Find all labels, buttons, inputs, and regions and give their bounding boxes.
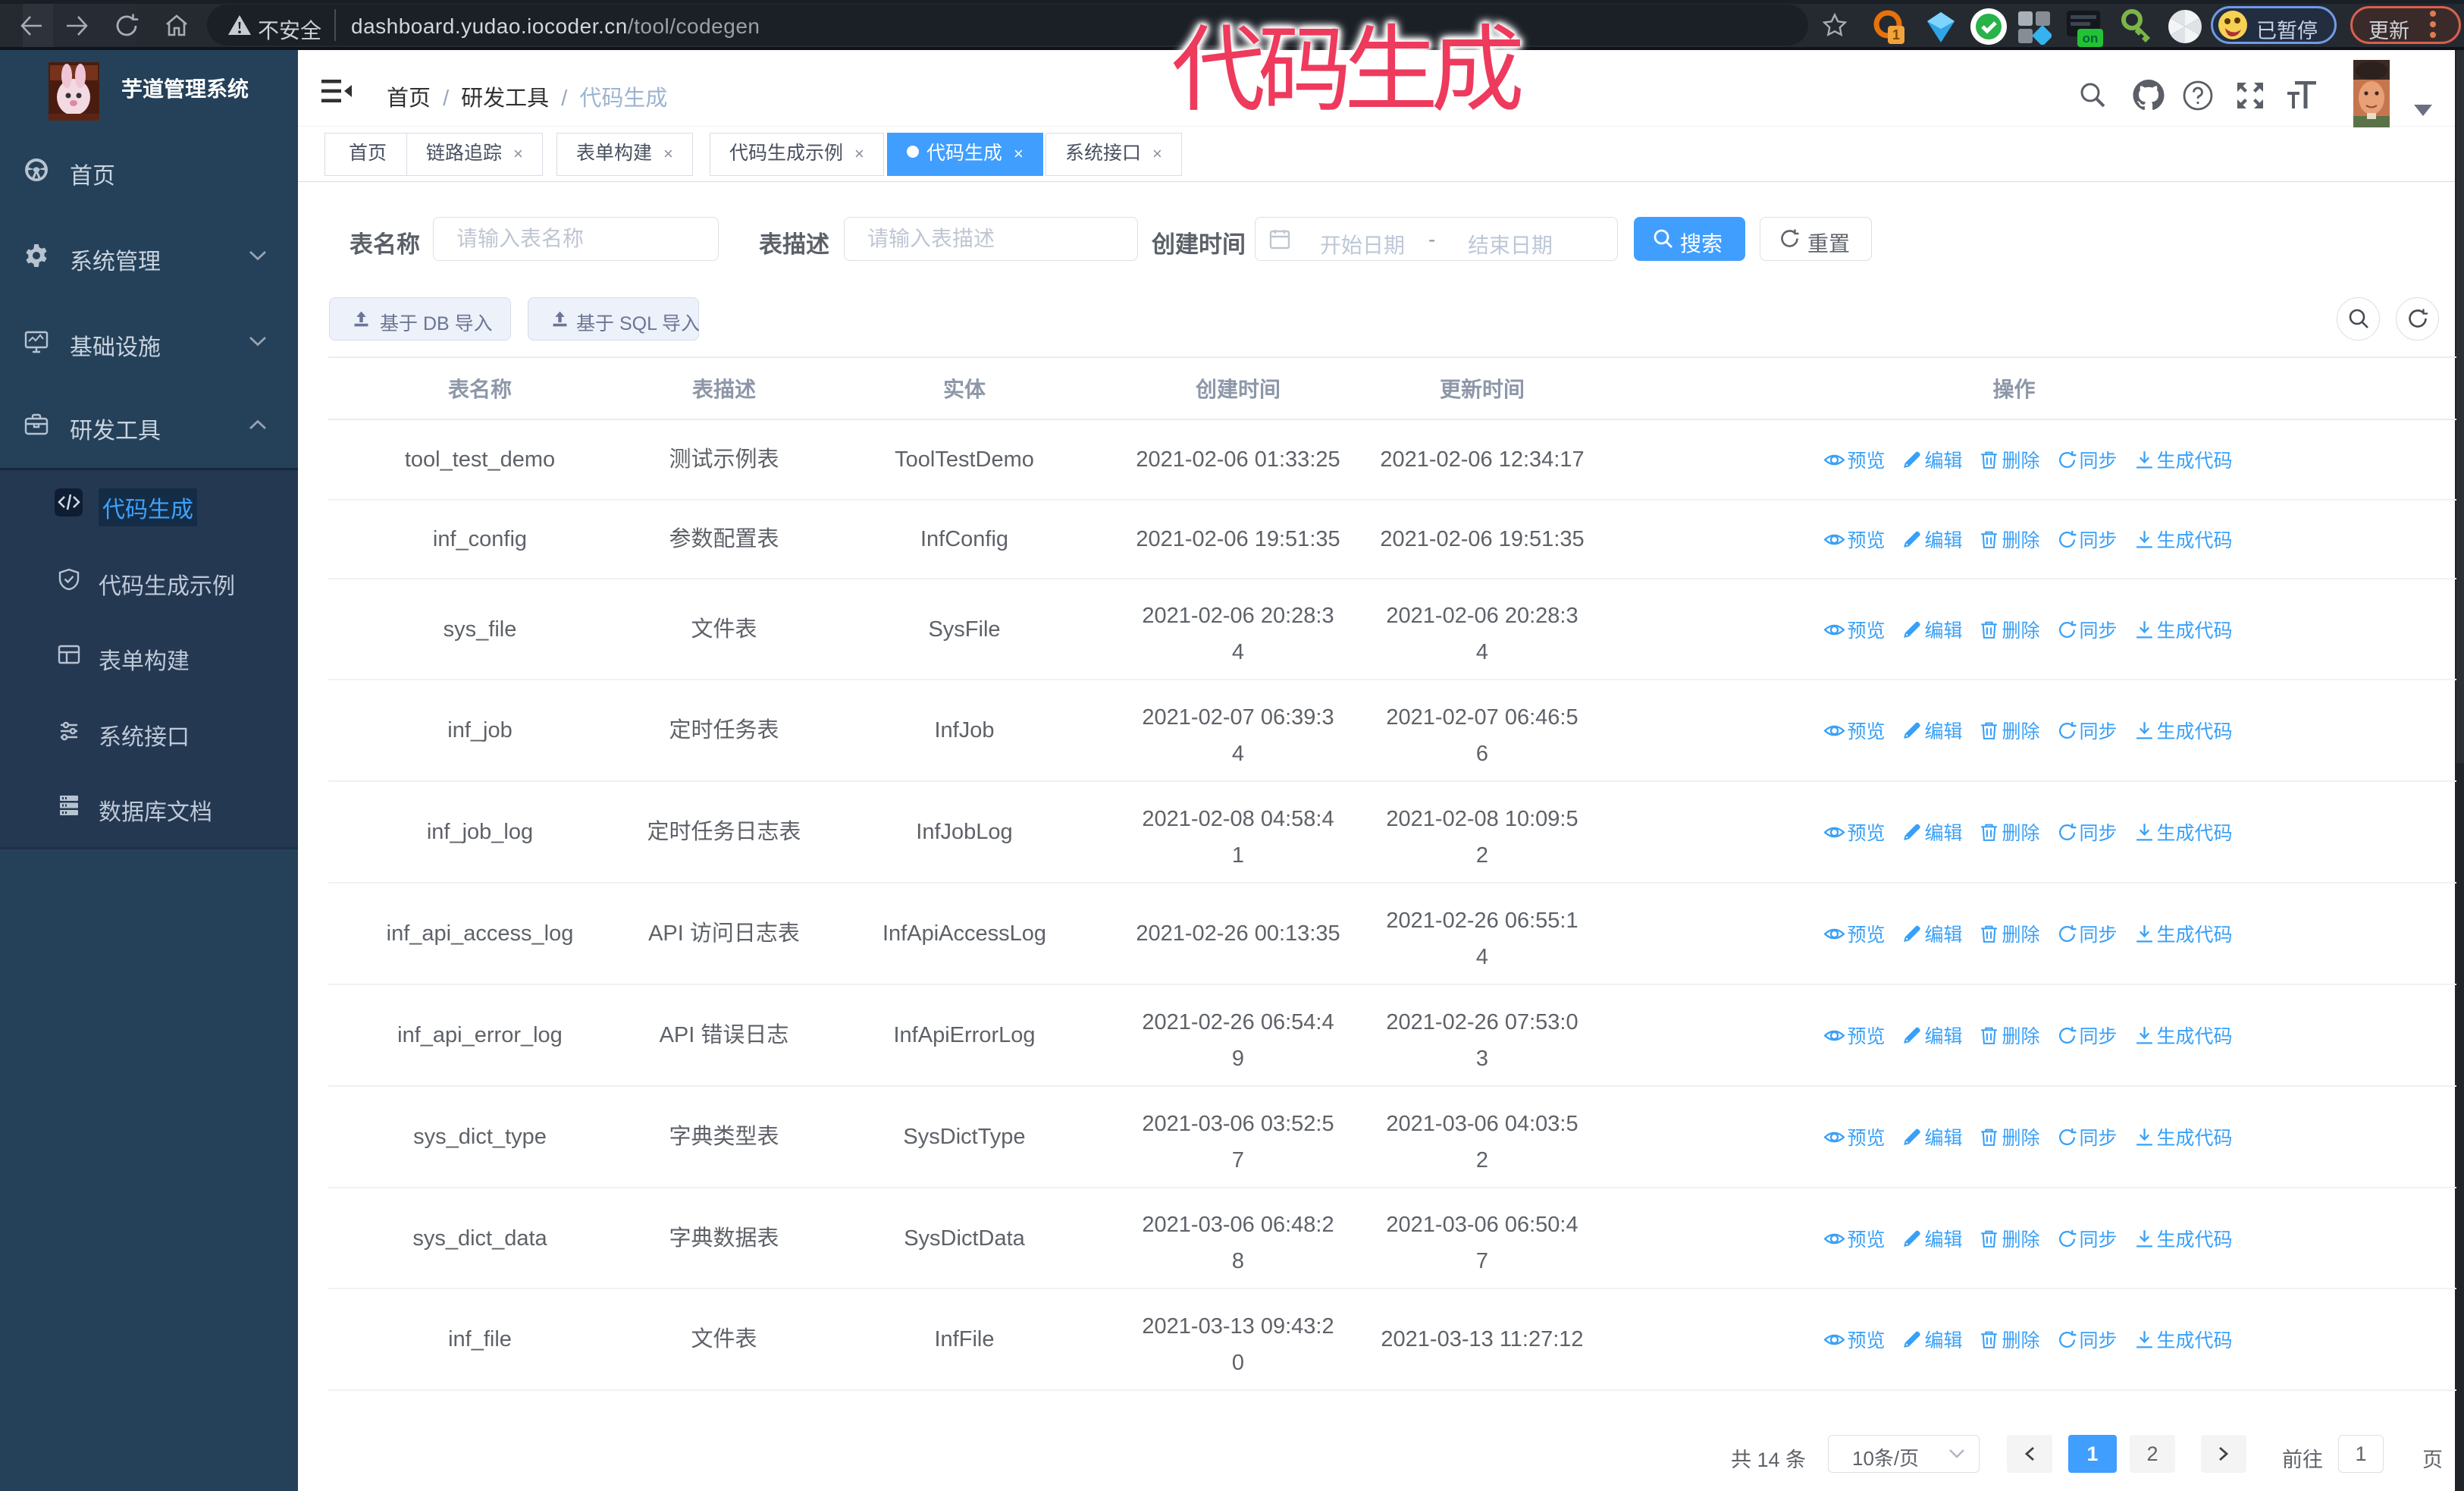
svg-text:1: 1	[1892, 27, 1900, 42]
svg-text:on: on	[2083, 31, 2099, 46]
